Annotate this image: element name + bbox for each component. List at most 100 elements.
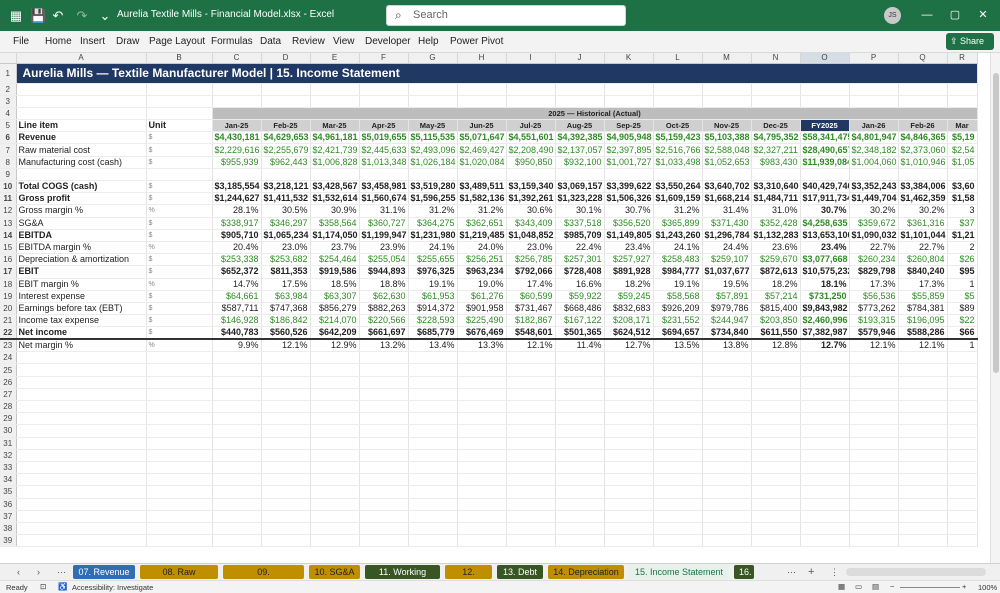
cell[interactable]	[849, 449, 899, 462]
value-cell[interactable]: $2,460,996	[800, 314, 850, 328]
cell[interactable]	[702, 424, 752, 438]
value-cell[interactable]: $4,629,653	[261, 131, 311, 145]
value-cell[interactable]: $731,250	[800, 290, 850, 303]
value-cell[interactable]: $2,469,427	[457, 143, 507, 157]
line-item-label[interactable]: Depreciation & amortization	[16, 253, 147, 267]
cell[interactable]	[947, 83, 978, 96]
value-cell[interactable]: $3,458,981	[359, 179, 409, 194]
cell[interactable]	[506, 461, 556, 475]
value-cell[interactable]: 9.9%	[212, 339, 262, 353]
sheet-tab[interactable]: 09. Manufacturing	[223, 565, 304, 591]
cell[interactable]	[261, 363, 311, 377]
cell[interactable]	[947, 351, 978, 365]
row-header[interactable]: 14	[0, 228, 17, 242]
value-cell[interactable]: $5,019,655	[359, 131, 409, 145]
value-cell[interactable]: 31.1%	[359, 204, 409, 218]
column-header[interactable]: E	[310, 53, 360, 64]
column-header[interactable]: G	[408, 53, 458, 64]
cell[interactable]	[800, 83, 850, 96]
value-cell[interactable]: $811,353	[261, 265, 311, 279]
cell[interactable]	[555, 351, 605, 365]
value-cell[interactable]: $95	[947, 265, 978, 279]
minimize-icon[interactable]: —	[920, 8, 934, 22]
cell[interactable]	[261, 424, 311, 438]
line-item-label[interactable]: SG&A	[16, 217, 147, 230]
value-cell[interactable]: $1,048,852	[506, 228, 556, 242]
value-cell[interactable]: $2,397,895	[604, 143, 654, 157]
sheet-options-icon[interactable]: ⋮	[825, 565, 844, 579]
line-item-label[interactable]: Net margin %	[16, 339, 147, 353]
value-cell[interactable]: $773,262	[849, 301, 899, 316]
cell[interactable]	[408, 498, 458, 511]
cell[interactable]	[506, 376, 556, 389]
line-item-label[interactable]: Earnings before tax (EBT)	[16, 301, 147, 316]
cell[interactable]	[261, 437, 311, 450]
value-cell[interactable]: $587,711	[212, 301, 262, 316]
value-cell[interactable]: $976,325	[408, 265, 458, 279]
value-cell[interactable]: $548,601	[506, 326, 556, 341]
cell[interactable]	[506, 412, 556, 426]
cell[interactable]	[604, 473, 654, 487]
value-cell[interactable]: 17.3%	[849, 278, 899, 291]
value-cell[interactable]: $1,149,805	[604, 228, 654, 242]
worksheet-grid[interactable]: A B C D E F G H I J K L M N O P Q R 1 Aurelia Mills — Texti…	[0, 53, 990, 563]
period-header[interactable]: Sep-25	[604, 119, 654, 133]
value-cell[interactable]: $7,382,987	[800, 326, 850, 341]
cell[interactable]	[16, 510, 147, 523]
value-cell[interactable]: $2,493,096	[408, 143, 458, 157]
cell[interactable]	[653, 363, 703, 377]
scrollbar-thumb[interactable]	[993, 73, 999, 373]
cell[interactable]	[359, 412, 409, 426]
value-cell[interactable]	[457, 168, 507, 182]
cell[interactable]	[800, 376, 850, 389]
next-sheet-icon[interactable]: ›	[32, 565, 45, 579]
value-cell[interactable]: $3,069,157	[555, 179, 605, 194]
cell[interactable]	[506, 498, 556, 511]
value-cell[interactable]: 16.6%	[555, 278, 605, 291]
cell[interactable]	[408, 424, 458, 438]
cell[interactable]	[947, 485, 978, 499]
value-cell[interactable]: $259,107	[702, 253, 752, 267]
value-cell[interactable]: $55,859	[898, 290, 948, 303]
cell[interactable]	[653, 351, 703, 365]
cell[interactable]	[506, 522, 556, 536]
cell[interactable]	[16, 363, 147, 377]
value-cell[interactable]: $11,939,084	[800, 156, 850, 169]
value-cell[interactable]: $685,779	[408, 326, 458, 341]
cell[interactable]	[212, 437, 262, 450]
value-cell[interactable]: $3,640,702	[702, 179, 752, 194]
cell[interactable]	[800, 388, 850, 402]
cell[interactable]	[849, 412, 899, 426]
value-cell[interactable]: $694,657	[653, 326, 703, 341]
period-header[interactable]: Nov-25	[702, 119, 752, 133]
value-cell[interactable]: $1,323,228	[555, 192, 605, 206]
cell[interactable]	[408, 388, 458, 402]
cell[interactable]	[146, 437, 213, 450]
cell[interactable]	[800, 95, 850, 108]
cell[interactable]	[702, 473, 752, 487]
value-cell[interactable]: $1,020,084	[457, 156, 507, 169]
value-cell[interactable]: 18.1%	[800, 278, 850, 291]
sheet-tab[interactable]: 15. Income Statement	[629, 565, 729, 579]
line-item-label[interactable]: Gross margin %	[16, 204, 147, 218]
period-header[interactable]: Jul-25	[506, 119, 556, 133]
value-cell[interactable]: $56,536	[849, 290, 899, 303]
cell[interactable]	[947, 363, 978, 377]
cell[interactable]	[457, 534, 507, 548]
value-cell[interactable]: $17,911,734	[800, 192, 850, 206]
cell[interactable]	[653, 473, 703, 487]
column-header[interactable]: R	[947, 53, 978, 64]
value-cell[interactable]: $254,464	[310, 253, 360, 267]
value-cell[interactable]: $440,783	[212, 326, 262, 341]
line-item-label[interactable]: Gross profit	[16, 192, 147, 206]
value-cell[interactable]: $1,21	[947, 228, 978, 242]
cell[interactable]	[359, 461, 409, 475]
cell[interactable]	[849, 376, 899, 389]
cell[interactable]	[457, 376, 507, 389]
cell[interactable]	[359, 95, 409, 108]
cell[interactable]	[212, 522, 262, 536]
unit-cell[interactable]: %	[146, 204, 213, 218]
value-cell[interactable]: $2,421,739	[310, 143, 360, 157]
value-cell[interactable]: $193,315	[849, 314, 899, 328]
cell[interactable]	[849, 461, 899, 475]
